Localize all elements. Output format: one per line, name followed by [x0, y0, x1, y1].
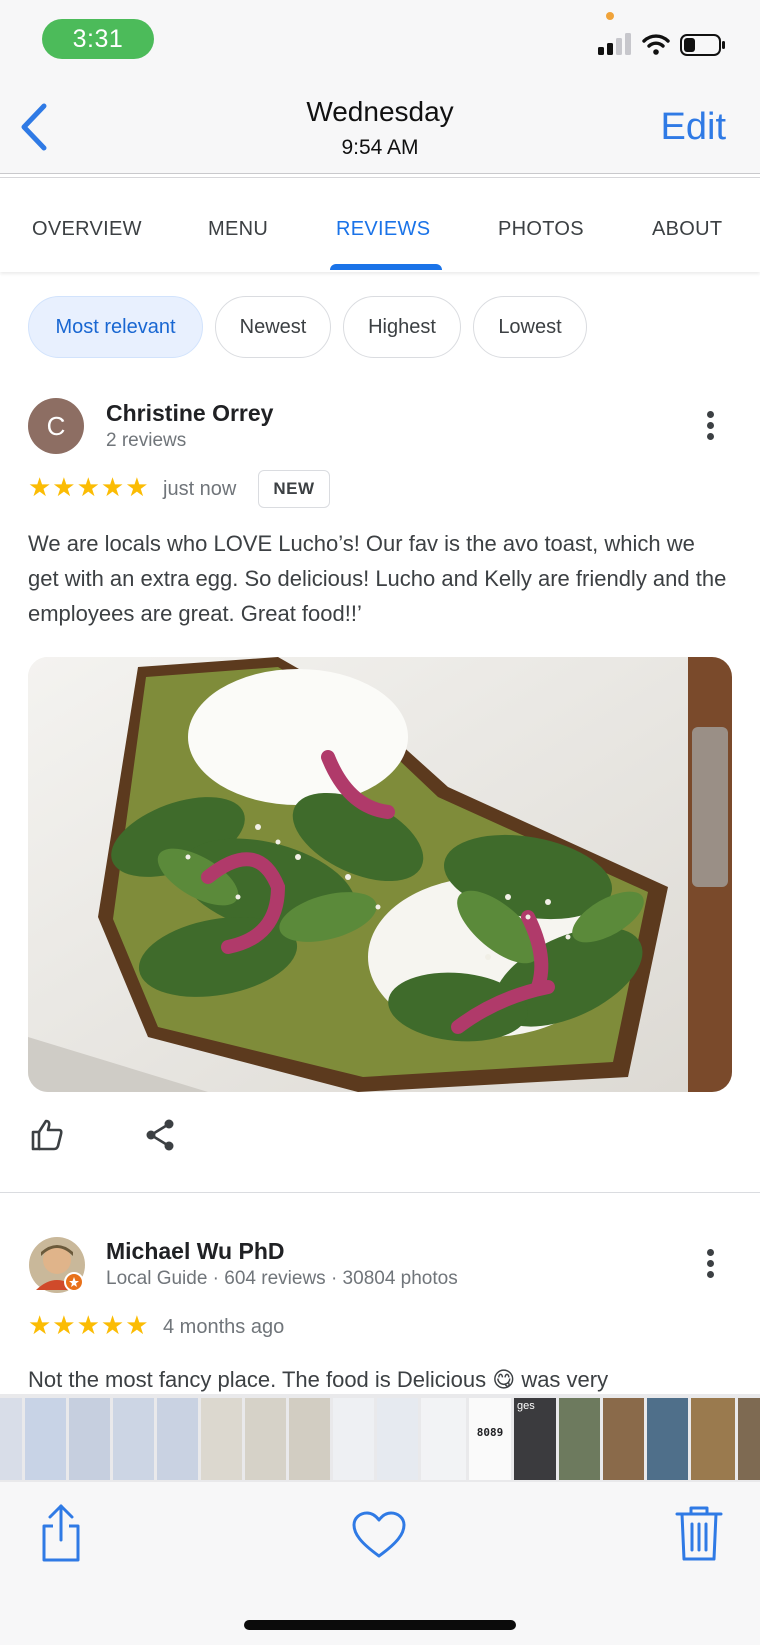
photo-thumbnail[interactable] [289, 1398, 330, 1480]
more-options-icon[interactable] [700, 408, 720, 448]
photo-thumbnail[interactable] [421, 1398, 466, 1480]
reviewer-meta: 2 reviews [106, 430, 187, 451]
review-time: 4 months ago [163, 1316, 285, 1338]
photo-thumbnail[interactable]: 8089 [469, 1398, 511, 1480]
review-time: just now [163, 478, 237, 500]
new-badge: NEW [258, 470, 330, 508]
photo-thumbnail[interactable] [377, 1398, 418, 1480]
more-options-icon[interactable] [700, 1246, 720, 1286]
photo-thumbnail[interactable] [69, 1398, 110, 1480]
chip-lowest[interactable]: Lowest [473, 296, 587, 358]
active-tab-indicator [330, 264, 442, 270]
tab-reviews[interactable]: REVIEWS [336, 218, 430, 241]
wifi-icon [642, 34, 670, 55]
photo-thumbnail[interactable] [691, 1398, 735, 1480]
photo-thumbnail[interactable] [113, 1398, 154, 1480]
reviewer-avatar[interactable] [28, 1236, 86, 1294]
tab-about[interactable]: ABOUT [652, 218, 722, 241]
photo-thumbnail[interactable] [0, 1398, 22, 1480]
tab-menu[interactable]: MENU [208, 218, 268, 241]
review-divider [0, 1192, 760, 1193]
trash-icon[interactable] [674, 1504, 724, 1562]
photo-thumbnail[interactable] [738, 1398, 760, 1480]
cellular-signal-icon [598, 33, 631, 55]
photo-thumbnail[interactable] [647, 1398, 688, 1480]
chip-most-relevant[interactable]: Most relevant [28, 296, 203, 358]
status-time[interactable]: 3:31 [42, 19, 154, 59]
battery-icon [680, 34, 725, 56]
edit-button[interactable]: Edit [661, 106, 726, 149]
share-icon[interactable] [38, 1502, 84, 1564]
photo-thumbnail-strip[interactable]: 8089 ges [0, 1394, 760, 1482]
chip-newest[interactable]: Newest [215, 296, 331, 358]
photo-thumbnail[interactable] [201, 1398, 242, 1480]
heart-icon[interactable] [351, 1510, 407, 1560]
nav-header: Wednesday 9:54 AM Edit [0, 80, 760, 178]
nav-subtitle: 9:54 AM [341, 136, 419, 159]
photo-thumbnail[interactable]: ges [514, 1398, 556, 1480]
photo-thumbnail[interactable] [603, 1398, 644, 1480]
share-icon[interactable] [144, 1118, 176, 1152]
review-photo[interactable] [28, 657, 732, 1092]
photo-thumbnail[interactable] [25, 1398, 66, 1480]
photo-thumbnail[interactable] [245, 1398, 286, 1480]
chip-highest[interactable]: Highest [343, 296, 461, 358]
privacy-indicator-dot [606, 12, 614, 20]
photo-thumbnail[interactable] [157, 1398, 198, 1480]
star-rating: ★★★★★ [28, 1310, 150, 1340]
photo-thumbnail[interactable] [333, 1398, 374, 1480]
review-text: Not the most fancy place. The food is De… [28, 1367, 609, 1392]
photo-thumbnail[interactable] [559, 1398, 600, 1480]
home-indicator[interactable] [244, 1620, 516, 1630]
tab-overview[interactable]: OVERVIEW [32, 218, 142, 241]
status-bar: 3:31 [0, 0, 760, 80]
review-text: We are locals who LOVE Lucho’s! Our fav … [28, 531, 727, 626]
tab-photos[interactable]: PHOTOS [498, 218, 584, 241]
reviewer-meta: Local Guide · 604 reviews · 30804 photos [106, 1268, 458, 1289]
reviewer-name[interactable]: Christine Orrey [106, 400, 273, 427]
thumbs-up-icon[interactable] [30, 1118, 64, 1152]
reviewer-avatar[interactable]: C [28, 398, 84, 454]
photo-toolbar [0, 1482, 760, 1645]
nav-title: Wednesday [306, 96, 454, 127]
place-tabs: OVERVIEW MENU REVIEWS PHOTOS ABOUT [0, 180, 760, 272]
reviewer-name[interactable]: Michael Wu PhD [106, 1238, 285, 1265]
star-rating: ★★★★★ [28, 472, 150, 502]
